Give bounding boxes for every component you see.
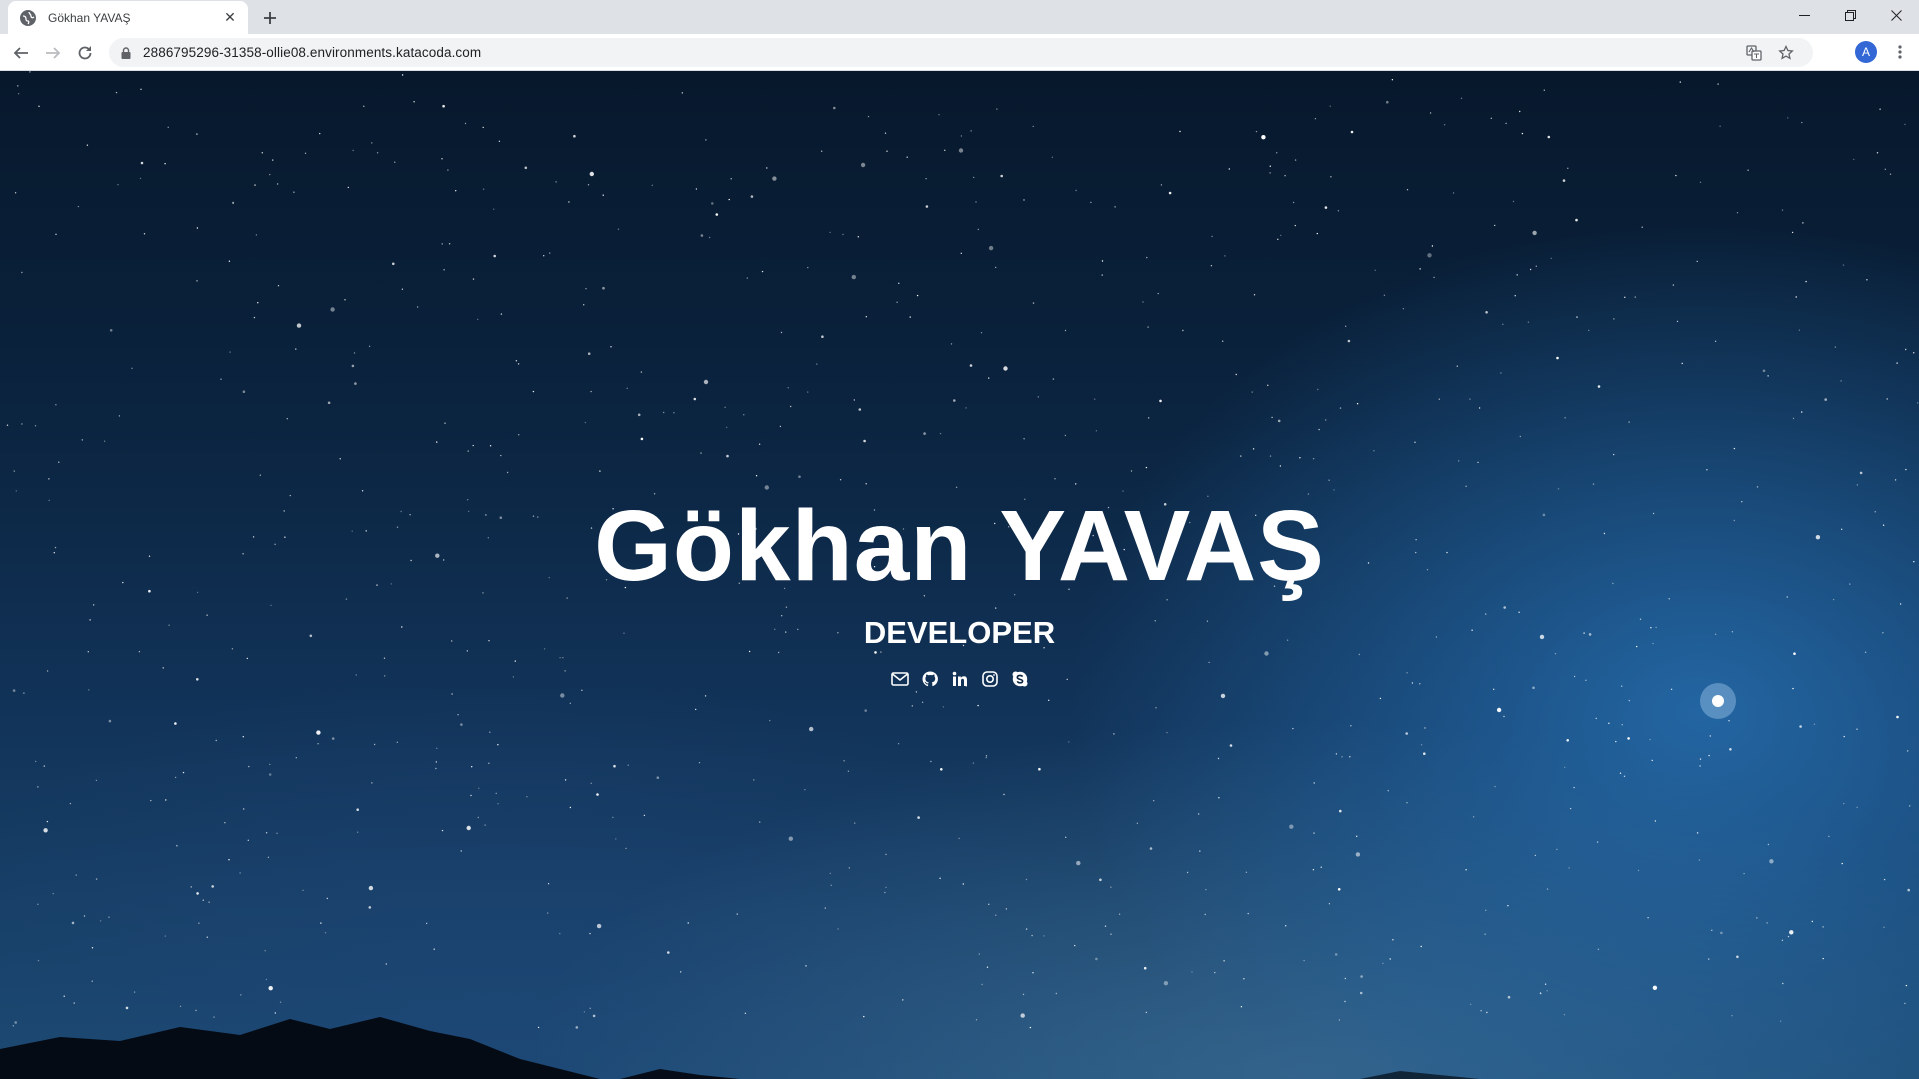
- back-icon: [13, 47, 28, 59]
- tab-title: Gökhan YAVAŞ: [48, 10, 131, 25]
- browser-toolbar: 2886795296-31358-ollie08.environments.ka…: [0, 34, 1919, 71]
- github-icon: [922, 670, 938, 686]
- translate-button[interactable]: [1743, 42, 1765, 64]
- close-icon: [1890, 9, 1902, 21]
- kebab-menu-icon: [1898, 45, 1902, 59]
- linkedin-icon: [952, 671, 967, 686]
- github-link[interactable]: [920, 669, 939, 688]
- hero-role: DEVELOPER: [863, 615, 1056, 650]
- envelope-icon: [890, 671, 909, 686]
- tab-strip: Gökhan YAVAŞ ✕: [0, 0, 1919, 34]
- translate-icon: [1746, 45, 1762, 61]
- forward-icon: [46, 47, 61, 59]
- skype-link[interactable]: [1010, 669, 1029, 688]
- minimize-button[interactable]: [1781, 0, 1827, 30]
- lock-icon: [121, 46, 131, 59]
- url-text: 2886795296-31358-ollie08.environments.ka…: [143, 45, 482, 60]
- globe-icon: [20, 9, 36, 26]
- bookmark-button[interactable]: [1775, 42, 1797, 64]
- instagram-link[interactable]: [980, 669, 999, 688]
- minimize-icon: [1798, 14, 1810, 16]
- restore-button[interactable]: [1827, 0, 1873, 30]
- email-link[interactable]: [890, 669, 909, 688]
- profile-avatar[interactable]: A: [1855, 41, 1877, 63]
- browser-menu-button[interactable]: [1889, 41, 1911, 63]
- close-window-button[interactable]: [1873, 0, 1919, 30]
- reload-icon: [78, 46, 92, 60]
- restore-icon: [1844, 9, 1856, 21]
- window-controls: [1781, 0, 1919, 30]
- linkedin-link[interactable]: [950, 669, 969, 688]
- new-tab-button[interactable]: [258, 6, 282, 30]
- plus-icon: [264, 12, 276, 24]
- browser-tab[interactable]: Gökhan YAVAŞ ✕: [8, 1, 248, 34]
- page-viewport: Gökhan YAVAŞ DEVELOPER: [0, 71, 1919, 1079]
- forward-button[interactable]: [40, 40, 66, 66]
- reload-button[interactable]: [72, 40, 98, 66]
- instagram-icon: [981, 670, 998, 687]
- social-links: [890, 669, 1029, 688]
- hero-section: Gökhan YAVAŞ DEVELOPER: [0, 71, 1919, 1079]
- tab-close-icon[interactable]: ✕: [222, 9, 238, 26]
- back-button[interactable]: [8, 40, 34, 66]
- skype-icon: [1012, 671, 1027, 686]
- bookmark-star-icon: [1778, 45, 1794, 60]
- hero-name: Gökhan YAVAŞ: [594, 490, 1325, 602]
- address-bar[interactable]: 2886795296-31358-ollie08.environments.ka…: [109, 38, 1813, 67]
